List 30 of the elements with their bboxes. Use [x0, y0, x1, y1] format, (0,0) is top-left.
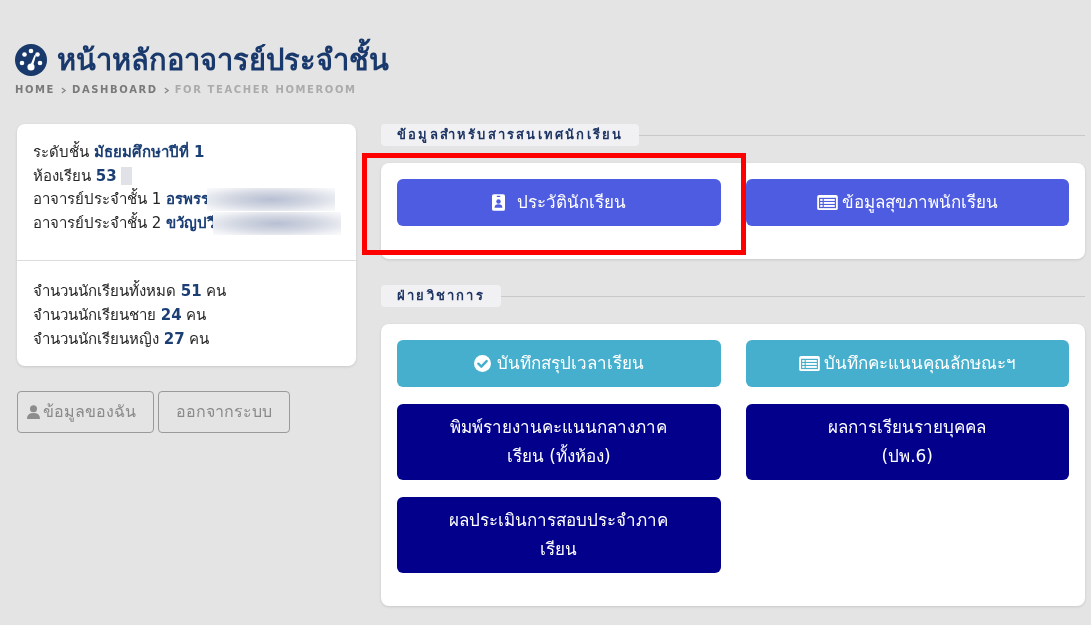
- action-button[interactable]: พิมพ์รายงานคะแนนกลางภาค เรียน (ทั้งห้อง): [397, 404, 721, 480]
- action-button[interactable]: ผลประเมินการสอบประจำภาค เรียน: [397, 497, 721, 573]
- info-text: ห้องเรียน 53: [33, 165, 117, 187]
- gauge-icon: [15, 44, 47, 76]
- chevron-icon: [61, 86, 67, 94]
- action-button[interactable]: ข้อมูลสุขภาพนักเรียน: [745, 179, 1069, 226]
- student-count-text: จำนวนนักเรียนหญิง 27 คน: [33, 329, 211, 350]
- list-icon: [798, 356, 820, 371]
- redaction-blur: [120, 167, 132, 186]
- user-icon: [27, 405, 40, 419]
- chevron-icon: [163, 86, 169, 94]
- section-title: ข้อมูลสำหรับสารสนเทศนักเรียน: [381, 124, 640, 146]
- action-button[interactable]: ประวัตินักเรียน: [397, 179, 721, 226]
- check-circle-icon: [473, 355, 491, 372]
- account-button[interactable]: ออกจากระบบ: [158, 391, 290, 433]
- id-badge-icon: [491, 194, 505, 211]
- info-text: อาจารย์ประจำชั้น 1 อรพรร: [33, 188, 210, 210]
- list-icon: [816, 195, 838, 210]
- breadcrumb-item[interactable]: HOME: [15, 83, 56, 97]
- section-title: ฝ่ายวิชาการ: [381, 285, 501, 307]
- info-text: ระดับชั้น มัธยมศึกษาปีที่ 1: [33, 141, 205, 163]
- page-title: หน้าหลักอาจารย์ประจำชั้น: [57, 40, 389, 80]
- account-button[interactable]: ข้อมูลของฉัน: [17, 391, 154, 433]
- action-button[interactable]: บันทึกสรุปเวลาเรียน: [397, 340, 721, 387]
- breadcrumb-item: FOR TEACHER HOMEROOM: [174, 83, 357, 97]
- action-button[interactable]: บันทึกคะแนนคุณลักษณะฯ: [745, 340, 1069, 387]
- student-count-text: จำนวนนักเรียนทั้งหมด 51 คน: [33, 279, 228, 302]
- breadcrumb-item[interactable]: DASHBOARD: [72, 83, 158, 97]
- action-button[interactable]: ผลการเรียนรายบุคคล (ปพ.6): [745, 404, 1069, 480]
- student-count-text: จำนวนนักเรียนชาย 24 คน: [33, 305, 208, 326]
